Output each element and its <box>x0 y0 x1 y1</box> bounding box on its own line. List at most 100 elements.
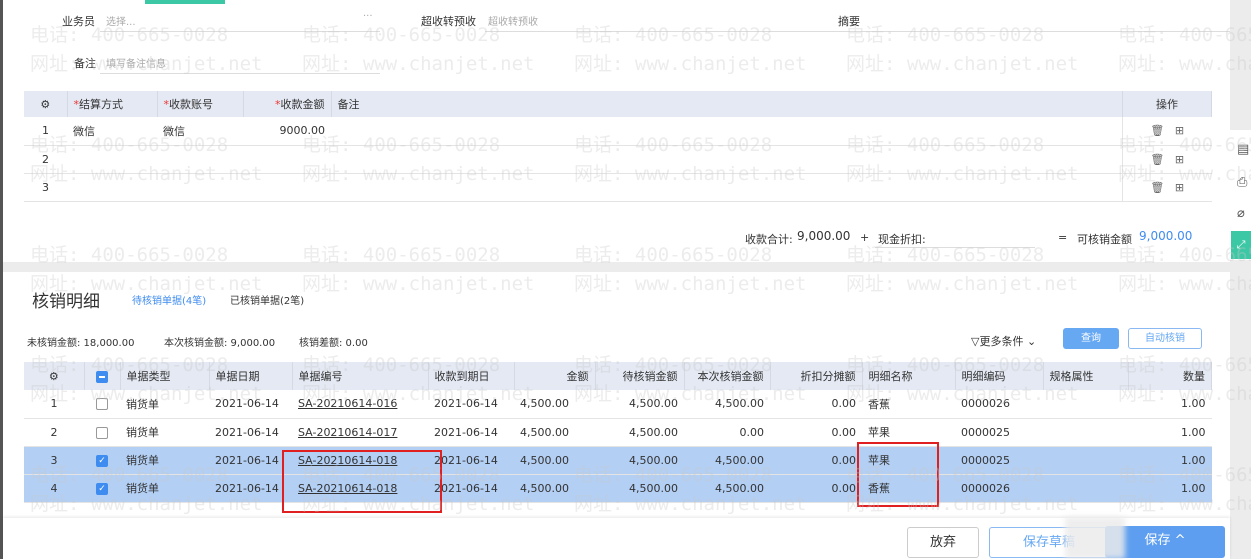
amount-cell[interactable]: 9000.00 <box>243 117 331 146</box>
auto-writeoff-button[interactable]: 自动核销 <box>1128 328 1202 349</box>
summary-label: 摘要 <box>838 15 860 28</box>
qty-cell: 1.00 <box>1181 453 1206 467</box>
writeoff-table: ⚙ 单据类型 单据日期 单据编号 收款到期日 金额 待核销金额 本次核销金额 折扣分摊额 明细名… <box>24 362 1212 503</box>
name-cell: 苹果 <box>868 426 890 439</box>
note-cell[interactable] <box>331 173 1123 202</box>
method-cell[interactable] <box>67 173 157 202</box>
note-input[interactable]: 填写备注信息 <box>106 55 166 70</box>
date-cell: 2021-06-14 <box>215 425 279 439</box>
salesman-more-button[interactable]: ··· <box>363 11 373 22</box>
cash-discount-label: 现金折扣: <box>878 233 926 246</box>
row-number: 1 <box>24 390 84 419</box>
pending-cell: 4,500.00 <box>629 425 678 439</box>
equals-sign: = <box>1058 231 1068 244</box>
header-col-3: 收款到期日 <box>428 362 515 390</box>
date-cell: 2021-06-14 <box>215 481 279 495</box>
column-settings-icon[interactable]: ⚙ <box>24 91 68 117</box>
row-number: 3 <box>24 173 67 202</box>
tab-pending[interactable]: 待核销单据(4笔) <box>132 292 206 307</box>
current-cell: 4,500.00 <box>715 397 764 411</box>
table-row[interactable]: 1 销货单 2021-06-14 SA-20210614-016 2021-06-14… <box>24 390 1212 419</box>
receipt-total-label: 收款合计: <box>745 233 793 246</box>
table-row[interactable]: 3 ✓ 销货单 2021-06-14 SA-20210614-018 2021-06-1… <box>24 446 1212 475</box>
discount-cell: 0.00 <box>831 481 857 495</box>
tab-done[interactable]: 已核销单据(2笔) <box>230 292 304 307</box>
note-cell[interactable] <box>331 145 1123 174</box>
unwritten-amount: 未核销金额: 18,000.00 <box>27 338 135 349</box>
document-icon[interactable]: ▤ <box>1237 142 1251 157</box>
copy-add-icon[interactable]: ⊞ <box>1175 153 1184 166</box>
due-cell: 2021-06-14 <box>434 481 498 495</box>
row-checkbox[interactable]: ✓ <box>96 454 108 467</box>
table-row[interactable]: 4 ✓ 销货单 2021-06-14 SA-20210614-018 2021-06-1… <box>24 474 1212 503</box>
header-col-6: 本次核销金额 <box>684 362 771 390</box>
code-cell[interactable]: SA-20210614-017 <box>298 426 397 439</box>
section-title: 核销明细 <box>32 292 100 312</box>
itemcode-cell: 0000026 <box>961 481 1010 495</box>
cash-discount-input[interactable] <box>875 247 1035 248</box>
date-cell: 2021-06-14 <box>215 397 279 411</box>
code-cell[interactable]: SA-20210614-016 <box>298 397 397 410</box>
discard-button[interactable]: 放弃 <box>907 527 979 558</box>
method-cell[interactable] <box>67 145 157 174</box>
row-number: 3 <box>24 446 84 475</box>
writeoff-amount-label: 可核销金额 <box>1077 233 1132 246</box>
name-cell: 香蕉 <box>868 397 890 411</box>
print-icon[interactable]: ⎙ <box>1237 175 1251 190</box>
amount-cell[interactable] <box>243 145 331 174</box>
amount-cell: 4,500.00 <box>520 397 569 411</box>
row-number: 1 <box>24 117 67 146</box>
table-row[interactable]: 2 销货单 2021-06-14 SA-20210614-017 2021-06-14… <box>24 418 1212 447</box>
row-checkbox[interactable] <box>96 398 108 411</box>
header-col-11: 数量 <box>1128 362 1212 390</box>
header-col-9: 明细编码 <box>955 362 1044 390</box>
salesman-label: 业务员 <box>62 15 95 28</box>
type-cell: 销货单 <box>126 426 159 439</box>
itemcode-cell: 0000025 <box>961 425 1010 439</box>
copy-add-icon[interactable]: ⊞ <box>1175 124 1184 137</box>
amount-cell[interactable] <box>243 173 331 202</box>
delete-icon[interactable]: 🗑 <box>1150 124 1164 137</box>
header-col-2: 单据编号 <box>292 362 429 390</box>
highlight-box-names <box>857 442 939 507</box>
highlight-box-codes <box>282 450 442 513</box>
method-cell[interactable]: 微信 <box>67 117 157 146</box>
writeoff-amount-value: 9,000.00 <box>1139 229 1193 243</box>
delete-icon[interactable]: 🗑 <box>1150 181 1164 194</box>
pending-cell: 4,500.00 <box>629 481 678 495</box>
header-col-7: 折扣分摊额 <box>770 362 863 390</box>
payment-row: 3 🗑 ⊞ <box>24 173 1212 202</box>
row-checkbox[interactable] <box>96 426 108 439</box>
payment-row: 2 🗑 ⊞ <box>24 145 1212 174</box>
column-settings-icon[interactable]: ⚙ <box>24 362 85 390</box>
header-col-1: 单据日期 <box>209 362 293 390</box>
account-cell[interactable] <box>157 145 243 174</box>
overflow-input[interactable]: 超收转预收 <box>488 13 538 28</box>
itemcode-cell: 0000025 <box>961 453 1010 467</box>
header-col-10: 规格属性 <box>1043 362 1129 390</box>
type-cell: 销货单 <box>126 482 159 495</box>
more-filter-label: 更多条件 <box>979 335 1024 348</box>
pending-cell: 4,500.00 <box>629 453 678 467</box>
receipt-total-value: 9,000.00 <box>797 229 851 243</box>
delete-icon[interactable]: 🗑 <box>1150 153 1164 166</box>
diff-amount: 核销差额: 0.00 <box>299 338 368 349</box>
expand-icon[interactable]: ⤢ <box>1231 231 1251 259</box>
due-cell: 2021-06-14 <box>434 397 498 411</box>
note-cell[interactable] <box>331 117 1123 146</box>
account-cell[interactable]: 微信 <box>157 117 243 146</box>
row-number: 2 <box>24 145 67 174</box>
row-number: 2 <box>24 418 84 447</box>
select-all-checkbox[interactable] <box>96 370 108 383</box>
copy-add-icon[interactable]: ⊞ <box>1175 181 1184 194</box>
header-actions: 操作 <box>1122 91 1212 117</box>
discount-cell: 0.00 <box>831 397 857 411</box>
more-filter-button[interactable]: ▽更多条件 ⌄ <box>971 333 1036 349</box>
header-col-4: 金额 <box>514 362 596 390</box>
salesman-input[interactable]: 选择... <box>106 13 136 28</box>
attachment-icon[interactable]: ⌀ <box>1237 206 1251 221</box>
account-cell[interactable] <box>157 173 243 202</box>
chevron-down-icon: ⌄ <box>1023 335 1037 348</box>
query-button[interactable]: 查询 <box>1063 328 1119 349</box>
row-checkbox[interactable]: ✓ <box>96 482 108 495</box>
